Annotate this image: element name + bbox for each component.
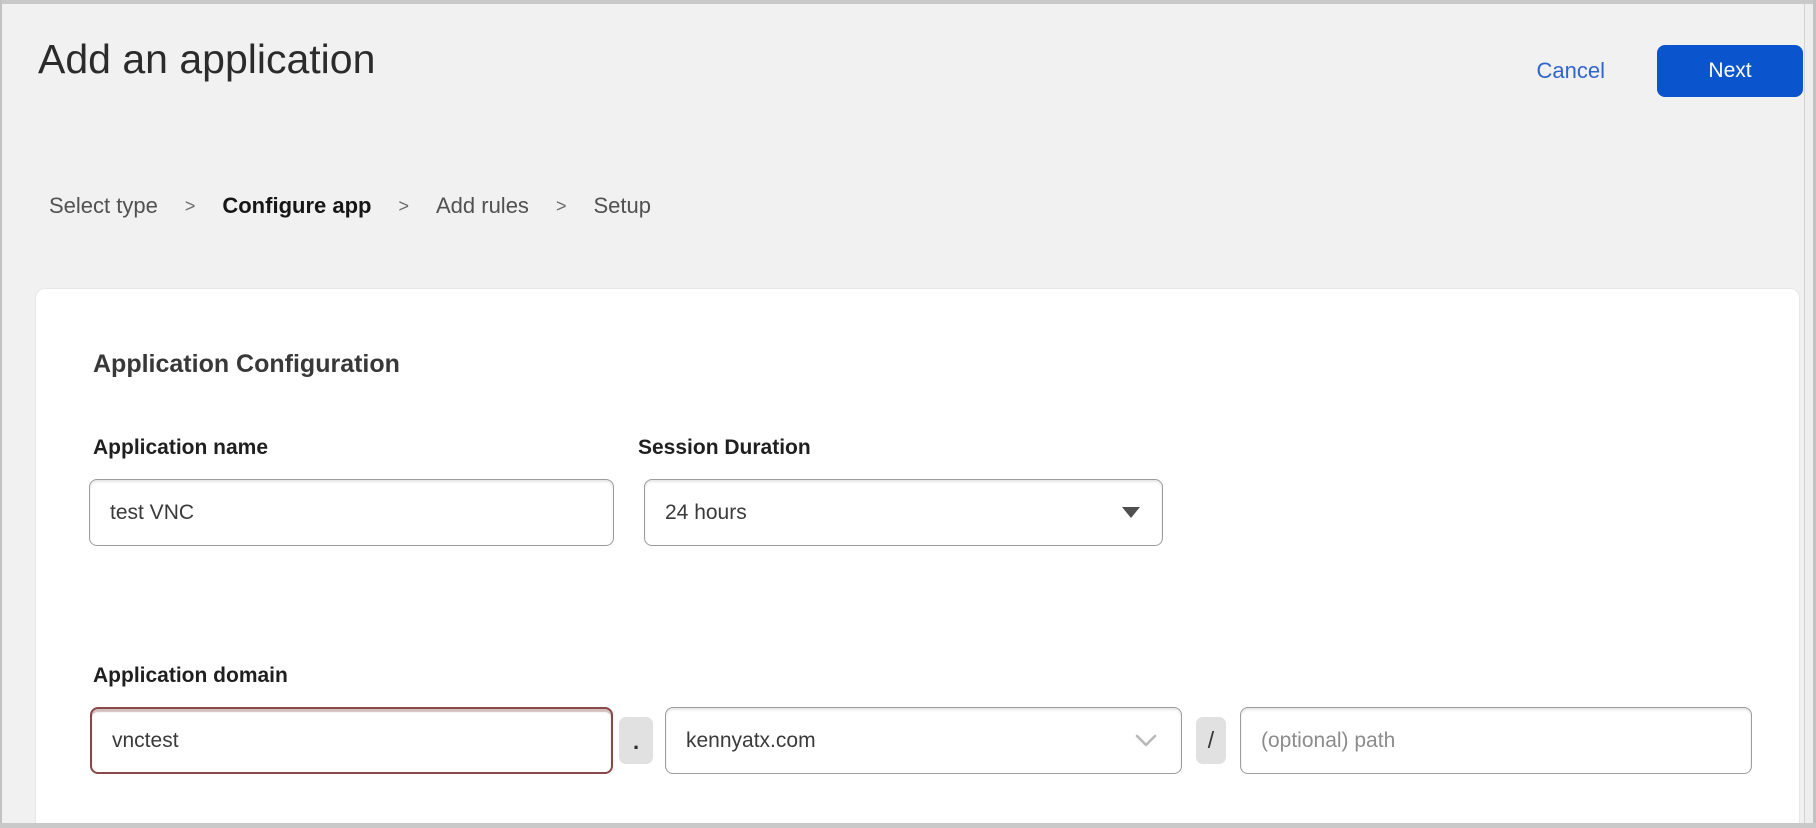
breadcrumb-step-setup[interactable]: Setup (593, 191, 651, 221)
application-domain-label: Application domain (93, 663, 288, 688)
breadcrumb-separator: > (556, 191, 567, 221)
session-duration-label: Session Duration (638, 435, 811, 460)
domain-select[interactable]: kennyatx.com (665, 707, 1182, 774)
scrollbar-track[interactable] (1804, 4, 1813, 823)
breadcrumb-separator: > (398, 191, 409, 221)
application-name-input[interactable] (89, 479, 614, 546)
breadcrumb-separator: > (185, 191, 196, 221)
session-duration-select[interactable]: 24 hours (644, 479, 1163, 546)
section-heading: Application Configuration (93, 349, 400, 379)
window-border-left (0, 0, 2, 828)
session-duration-value: 24 hours (665, 501, 747, 525)
subdomain-input[interactable] (90, 707, 613, 774)
window-border-top (0, 0, 1816, 4)
caret-down-icon (1122, 507, 1140, 518)
breadcrumb: Select type > Configure app > Add rules … (49, 191, 651, 221)
domain-slash-separator: / (1196, 717, 1226, 764)
path-input[interactable] (1240, 707, 1752, 774)
breadcrumb-step-select-type[interactable]: Select type (49, 191, 158, 221)
window-border-bottom (0, 823, 1816, 828)
breadcrumb-step-add-rules[interactable]: Add rules (436, 191, 529, 221)
breadcrumb-step-configure-app[interactable]: Configure app (222, 191, 371, 221)
cancel-button[interactable]: Cancel (1531, 58, 1611, 84)
app-window: Add an application Cancel Next Select ty… (0, 0, 1816, 828)
domain-dot-separator: . (619, 717, 653, 764)
application-configuration-card: Application Configuration Application na… (35, 288, 1800, 823)
application-name-label: Application name (93, 435, 268, 460)
chevron-down-icon (1135, 734, 1157, 747)
page-title: Add an application (38, 34, 375, 85)
next-button[interactable]: Next (1657, 45, 1803, 97)
domain-select-value: kennyatx.com (686, 729, 816, 753)
header-actions: Cancel Next (1531, 45, 1803, 97)
